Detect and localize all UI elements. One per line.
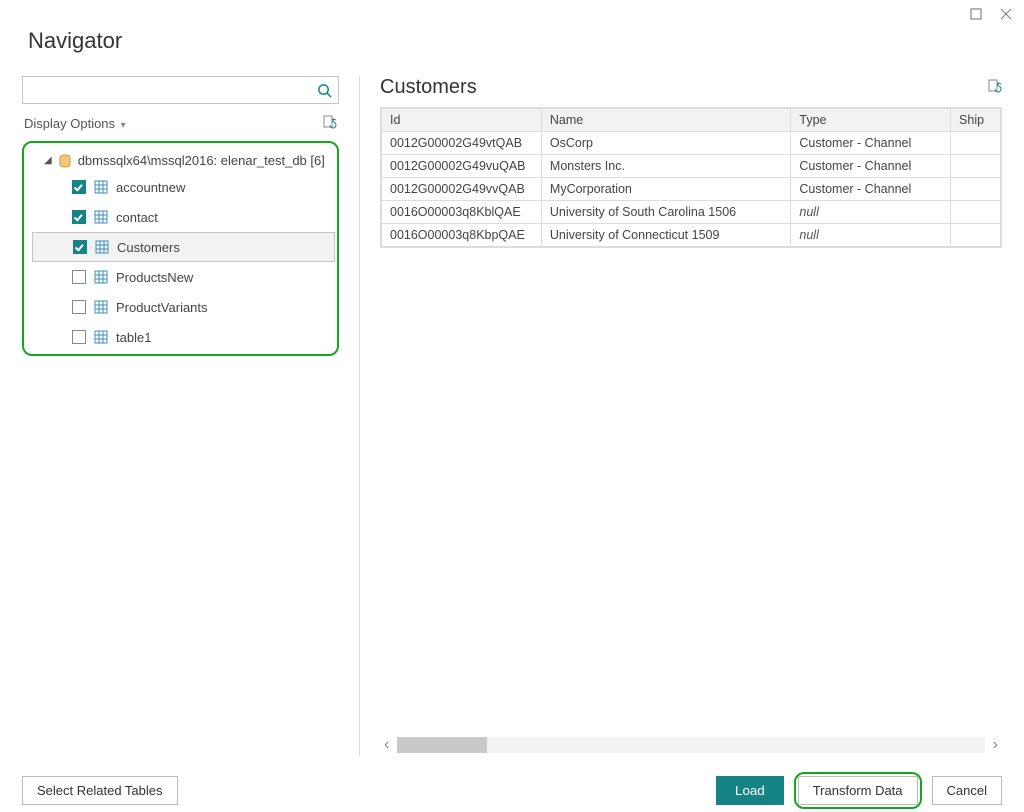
table-icon — [95, 240, 109, 254]
scroll-track[interactable] — [397, 737, 984, 753]
column-header[interactable]: Id — [382, 109, 542, 132]
tree-item-contact[interactable]: contact — [26, 202, 335, 232]
table-cell — [951, 132, 1001, 155]
display-options-dropdown[interactable]: Display Options ▾ — [24, 116, 126, 131]
table-cell: null — [791, 224, 951, 247]
options-row: Display Options ▾ — [24, 114, 337, 133]
table-cell: 0016O00003q8KblQAE — [382, 201, 542, 224]
table-cell: MyCorporation — [541, 178, 790, 201]
checkbox[interactable] — [72, 300, 86, 314]
tree-item-label: ProductsNew — [116, 270, 193, 285]
dialog-body: Display Options ▾ ◢ dbmssqlx64\mssql2016… — [22, 76, 1002, 756]
table-cell — [951, 155, 1001, 178]
table-cell: Customer - Channel — [791, 132, 951, 155]
table-tree: ◢ dbmssqlx64\mssql2016: elenar_test_db [… — [22, 141, 339, 356]
checkbox[interactable] — [72, 330, 86, 344]
preview-table: IdNameTypeShip 0012G00002G49vtQABOsCorpC… — [381, 108, 1001, 247]
table-icon — [94, 180, 108, 194]
chevron-down-icon: ▾ — [121, 120, 126, 131]
table-cell — [951, 224, 1001, 247]
table-row[interactable]: 0016O00003q8KbpQAEUniversity of Connecti… — [382, 224, 1001, 247]
navigator-right-panel: Customers IdNameTypeShip 0012G00002G49vt… — [360, 76, 1002, 756]
select-related-tables-button[interactable]: Select Related Tables — [22, 776, 178, 805]
table-cell — [951, 178, 1001, 201]
tree-database-label: dbmssqlx64\mssql2016: elenar_test_db [6] — [78, 153, 325, 168]
column-header[interactable]: Name — [541, 109, 790, 132]
table-cell: null — [791, 201, 951, 224]
column-header[interactable]: Ship — [951, 109, 1001, 132]
table-cell: Customer - Channel — [791, 155, 951, 178]
table-cell — [951, 201, 1001, 224]
table-row[interactable]: 0012G00002G49vuQABMonsters Inc.Customer … — [382, 155, 1001, 178]
table-row[interactable]: 0012G00002G49vtQABOsCorpCustomer - Chann… — [382, 132, 1001, 155]
dialog-footer: Select Related Tables Load Transform Dat… — [22, 772, 1002, 809]
table-cell: University of Connecticut 1509 — [541, 224, 790, 247]
checkbox[interactable] — [72, 180, 86, 194]
table-cell: 0016O00003q8KbpQAE — [382, 224, 542, 247]
tree-database-node[interactable]: ◢ dbmssqlx64\mssql2016: elenar_test_db [… — [26, 147, 335, 172]
table-icon — [94, 330, 108, 344]
tree-item-label: ProductVariants — [116, 300, 208, 315]
column-header[interactable]: Type — [791, 109, 951, 132]
table-cell: University of South Carolina 1506 — [541, 201, 790, 224]
navigator-left-panel: Display Options ▾ ◢ dbmssqlx64\mssql2016… — [22, 76, 360, 756]
table-icon — [94, 210, 108, 224]
checkbox[interactable] — [72, 270, 86, 284]
table-cell: 0012G00002G49vtQAB — [382, 132, 542, 155]
preview-table-wrap: IdNameTypeShip 0012G00002G49vtQABOsCorpC… — [380, 107, 1002, 248]
collapse-icon[interactable]: ◢ — [44, 155, 52, 166]
preview-title: Customers — [380, 76, 477, 99]
checkbox[interactable] — [72, 210, 86, 224]
tree-item-label: accountnew — [116, 180, 185, 195]
refresh-icon[interactable] — [321, 114, 337, 133]
database-icon — [58, 154, 72, 168]
display-options-label: Display Options — [24, 116, 115, 131]
table-cell: 0012G00002G49vuQAB — [382, 155, 542, 178]
preview-refresh-icon[interactable] — [986, 78, 1002, 97]
load-button[interactable]: Load — [716, 776, 784, 805]
tree-item-productvariants[interactable]: ProductVariants — [26, 292, 335, 322]
transform-data-button[interactable]: Transform Data — [798, 776, 918, 805]
tree-item-accountnew[interactable]: accountnew — [26, 172, 335, 202]
tree-item-label: table1 — [116, 330, 151, 345]
preview-header: Customers — [380, 76, 1002, 99]
table-row[interactable]: 0012G00002G49vvQABMyCorporationCustomer … — [382, 178, 1001, 201]
tree-item-productsnew[interactable]: ProductsNew — [26, 262, 335, 292]
checkbox[interactable] — [73, 240, 87, 254]
scroll-right-icon[interactable]: › — [989, 736, 1002, 754]
table-cell: OsCorp — [541, 132, 790, 155]
footer-right-group: Load Transform Data Cancel — [716, 772, 1002, 809]
dialog-title: Navigator — [28, 28, 1002, 54]
tree-item-customers[interactable]: Customers — [32, 232, 335, 262]
scroll-left-icon[interactable]: ‹ — [380, 736, 393, 754]
search-box[interactable] — [22, 76, 339, 104]
horizontal-scrollbar[interactable]: ‹ › — [380, 734, 1002, 756]
table-row[interactable]: 0016O00003q8KblQAEUniversity of South Ca… — [382, 201, 1001, 224]
navigator-dialog: Navigator Display Options ▾ — [0, 0, 1024, 812]
tree-item-table1[interactable]: table1 — [26, 322, 335, 352]
search-icon[interactable] — [310, 77, 338, 103]
table-cell: Monsters Inc. — [541, 155, 790, 178]
table-icon — [94, 270, 108, 284]
search-input[interactable] — [23, 77, 310, 103]
scroll-thumb[interactable] — [397, 737, 487, 753]
tree-item-label: contact — [116, 210, 158, 225]
tree-item-label: Customers — [117, 240, 180, 255]
table-icon — [94, 300, 108, 314]
transform-data-highlight: Transform Data — [794, 772, 922, 809]
table-cell: Customer - Channel — [791, 178, 951, 201]
table-cell: 0012G00002G49vvQAB — [382, 178, 542, 201]
cancel-button[interactable]: Cancel — [932, 776, 1002, 805]
